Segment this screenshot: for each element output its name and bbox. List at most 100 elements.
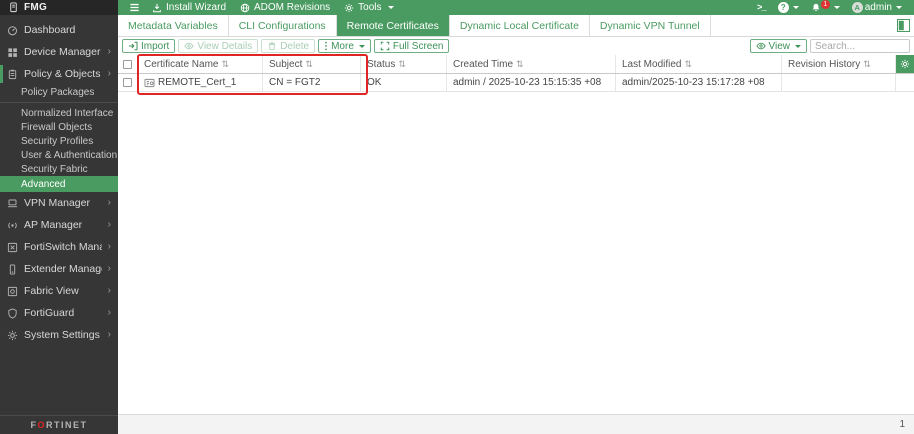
toolbar: Import View Details Delete More Full Scr…	[118, 37, 914, 55]
table-header: Certificate Name ⇅ Subject ⇅ Status ⇅ Cr…	[118, 55, 914, 74]
chevron-down-icon	[792, 6, 799, 9]
cli-console-button[interactable]: >_	[751, 0, 772, 15]
sidebar-item-fortiswitch-manager[interactable]: FortiSwitch Manager ›	[0, 236, 118, 258]
cell-revision-history	[782, 74, 896, 91]
app-logo-text: FMG	[24, 2, 48, 13]
status-bar: 1	[118, 414, 914, 434]
notification-count-badge: 1	[820, 0, 830, 9]
view-dropdown-button[interactable]: View	[749, 39, 807, 53]
tab-dynamic-vpn-tunnel[interactable]: Dynamic VPN Tunnel	[590, 15, 711, 36]
cell-certificate-name: REMOTE_Cert_1	[138, 74, 263, 91]
grid-icon	[7, 47, 18, 58]
sidebar-subitem-user-authentication[interactable]: User & Authentication	[0, 148, 118, 162]
row-select-cell	[118, 74, 138, 91]
tab-dynamic-local-certificate[interactable]: Dynamic Local Certificate	[450, 15, 590, 36]
content-filler	[118, 92, 914, 414]
sidebar-subitem-security-fabric[interactable]: Security Fabric	[0, 162, 118, 176]
shield-icon	[7, 307, 18, 319]
panel-toggle-button[interactable]	[897, 15, 914, 36]
hamburger-menu-icon[interactable]	[124, 2, 145, 13]
extender-device-icon	[7, 263, 18, 275]
tab-metadata-variables[interactable]: Metadata Variables	[118, 15, 229, 36]
import-button[interactable]: Import	[122, 39, 176, 53]
tab-cli-configurations[interactable]: CLI Configurations	[229, 15, 337, 36]
sort-icon: ⇅	[221, 58, 230, 69]
cell-subject: CN = FGT2	[263, 74, 361, 91]
search-input[interactable]	[810, 39, 910, 53]
header-created-time[interactable]: Created Time ⇅	[447, 55, 616, 73]
header-last-modified[interactable]: Last Modified ⇅	[616, 55, 782, 73]
page-number: 1	[899, 419, 905, 430]
chevron-down-icon	[833, 6, 840, 9]
terminal-icon: >_	[756, 2, 767, 13]
chevron-right-icon: ›	[107, 197, 111, 208]
sidebar-item-system-settings[interactable]: System Settings ›	[0, 324, 118, 346]
sidebar-item-dashboard[interactable]: Dashboard	[0, 19, 118, 41]
sidebar-item-fabric-view[interactable]: Fabric View ›	[0, 280, 118, 302]
more-button[interactable]: More	[318, 39, 371, 53]
help-menu-button[interactable]: ?	[772, 0, 805, 15]
clipboard-icon	[7, 69, 18, 80]
help-icon: ?	[777, 2, 789, 13]
user-menu-button[interactable]: A admin	[846, 0, 908, 15]
chevron-right-icon: ›	[107, 285, 111, 296]
sort-icon: ⇅	[516, 58, 524, 69]
chevron-down-icon	[387, 6, 394, 9]
chevron-right-icon: ›	[107, 68, 111, 79]
notifications-button[interactable]: 1	[805, 0, 846, 15]
import-icon	[129, 41, 138, 51]
chevron-down-icon	[795, 44, 801, 48]
header-subject[interactable]: Subject ⇅	[263, 55, 361, 73]
install-wizard-button[interactable]: Install Wizard	[145, 0, 233, 15]
delete-button[interactable]: Delete	[261, 39, 316, 53]
header-revision-history[interactable]: Revision History ⇅	[782, 55, 896, 73]
fabric-icon	[7, 286, 18, 297]
tab-remote-certificates[interactable]: Remote Certificates	[336, 15, 450, 36]
bell-icon	[812, 3, 819, 12]
sidebar-item-device-manager[interactable]: Device Manager ›	[0, 41, 118, 63]
top-bar: FMG Install Wizard ADOM Revisions Tools …	[0, 0, 914, 15]
table-row[interactable]: REMOTE_Cert_1 CN = FGT2 OK admin / 2025-…	[118, 74, 914, 92]
access-point-icon	[7, 220, 18, 231]
avatar: A	[851, 2, 863, 13]
dots-vertical-icon	[325, 41, 327, 51]
sidebar-subitem-security-profiles[interactable]: Security Profiles	[0, 134, 118, 148]
switch-icon	[7, 242, 18, 253]
globe-icon	[240, 3, 250, 12]
column-settings-button[interactable]	[896, 55, 914, 73]
header-certificate-name[interactable]: Certificate Name ⇅	[138, 55, 263, 73]
cell-status: OK	[361, 74, 447, 91]
top-menu-bar: Install Wizard ADOM Revisions Tools >_ ?…	[118, 0, 914, 15]
fortinet-logo: F O RTINET	[0, 415, 118, 434]
tools-button[interactable]: Tools	[337, 0, 400, 15]
gear-icon	[344, 3, 354, 12]
sidebar-item-fortiguard[interactable]: FortiGuard ›	[0, 302, 118, 324]
chevron-right-icon: ›	[107, 263, 111, 274]
sidebar-subitem-firewall-objects[interactable]: Firewall Objects	[0, 120, 118, 134]
sidebar-item-extender-manager[interactable]: Extender Manager ›	[0, 258, 118, 280]
adom-revisions-button[interactable]: ADOM Revisions	[233, 0, 337, 15]
sidebar-item-vpn-manager[interactable]: VPN Manager ›	[0, 192, 118, 214]
sort-icon: ⇅	[863, 58, 871, 69]
sidebar-subitem-advanced[interactable]: Advanced	[0, 176, 118, 192]
sidebar-item-ap-manager[interactable]: AP Manager ›	[0, 214, 118, 236]
trash-icon	[269, 42, 276, 50]
fmg-document-icon	[8, 2, 19, 13]
select-all-cell	[118, 55, 138, 73]
download-icon	[153, 3, 161, 12]
brand-area: FMG	[0, 0, 118, 15]
cell-created-time: admin / 2025-10-23 15:15:35 +08	[447, 74, 616, 91]
row-checkbox[interactable]	[123, 78, 132, 87]
sidebar-subitem-policy-packages[interactable]: Policy Packages	[0, 85, 118, 99]
chevron-right-icon: ›	[107, 219, 111, 230]
view-details-button[interactable]: View Details	[178, 39, 259, 53]
main-content: Metadata Variables CLI Configurations Re…	[118, 15, 914, 434]
sidebar-divider	[0, 102, 118, 103]
sidebar-subitem-normalized-interface[interactable]: Normalized Interface	[0, 106, 118, 120]
laptop-icon	[7, 198, 18, 209]
full-screen-button[interactable]: Full Screen	[373, 39, 450, 53]
select-all-checkbox[interactable]	[123, 59, 132, 69]
sidebar-item-policy-objects[interactable]: Policy & Objects ›	[0, 63, 118, 85]
cell-last-modified: admin/2025-10-23 15:17:28 +08	[616, 74, 782, 91]
header-status[interactable]: Status ⇅	[361, 55, 447, 73]
